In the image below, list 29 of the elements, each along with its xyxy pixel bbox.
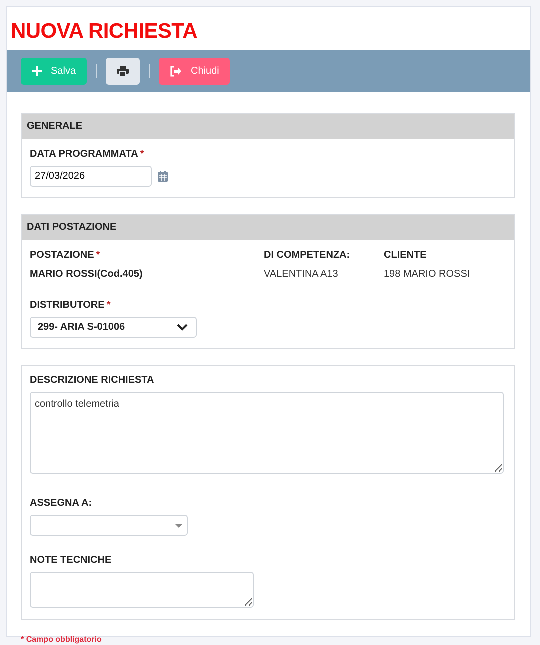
sign-out-icon: [170, 66, 182, 76]
chevron-down-icon: [177, 324, 188, 331]
calendar-icon[interactable]: [158, 171, 168, 182]
field-label: DISTRIBUTORE: [30, 300, 105, 311]
field-value: VALENTINA A13: [264, 269, 340, 280]
field-label: DESCRIZIONE RICHIESTA: [30, 375, 154, 386]
field-value: 198 MARIO ROSSI: [384, 269, 472, 280]
distributor-dropdown[interactable]: 299- ARIA S-01006: [30, 317, 197, 338]
required-mark: *: [96, 250, 100, 261]
field-value: MARIO ROSSI(Cod.405): [30, 269, 144, 280]
page-title: NUOVA RICHIESTA: [10, 19, 198, 45]
required-note: * Campo obbligatorio: [21, 635, 102, 644]
printer-icon: [117, 66, 130, 76]
print-button[interactable]: [106, 58, 140, 84]
field-label: DI COMPETENZA:: [264, 250, 350, 261]
date-field[interactable]: 27/03/2026: [30, 166, 152, 187]
plus-icon: [32, 66, 42, 76]
caret-down-icon: [175, 524, 183, 528]
field-label: NOTE TECNICHE: [30, 555, 112, 566]
required-mark: *: [140, 149, 144, 160]
required-mark: *: [106, 300, 111, 311]
section-title: DATI POSTAZIONE: [27, 222, 117, 233]
field-label: ASSEGNA A:: [30, 498, 92, 509]
notes-field[interactable]: [30, 572, 254, 608]
section-title: GENERALE: [27, 121, 83, 132]
field-label: CLIENTE: [384, 250, 427, 261]
field-label: DATA PROGRAMMATA: [30, 149, 138, 160]
field-label: POSTAZIONE: [30, 250, 94, 261]
description-field[interactable]: controllo telemetria: [30, 392, 504, 474]
